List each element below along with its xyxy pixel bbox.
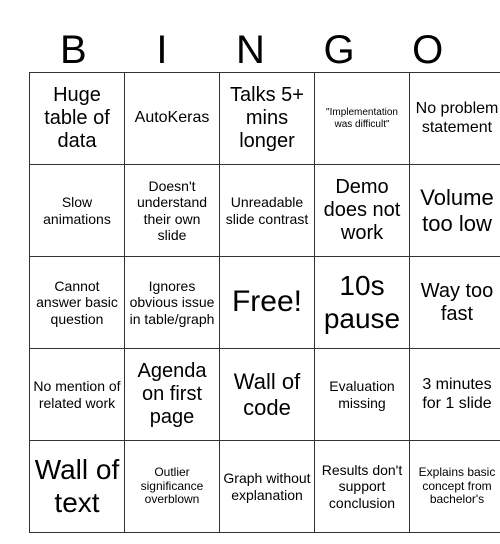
bingo-cell[interactable]: Ignores obvious issue in table/graph bbox=[124, 256, 220, 349]
header-letter-o: O bbox=[412, 28, 444, 72]
bingo-cell[interactable]: Talks 5+ mins longer bbox=[219, 72, 315, 165]
free-space-cell[interactable]: Free! bbox=[219, 256, 315, 349]
bingo-cell[interactable]: Wall of code bbox=[219, 348, 315, 441]
bingo-row: Huge table of data AutoKeras Talks 5+ mi… bbox=[29, 72, 500, 165]
bingo-cell[interactable]: Wall of text bbox=[29, 440, 125, 533]
bingo-cell[interactable]: Volume too low bbox=[409, 164, 500, 257]
bingo-cell[interactable]: Results don't support conclusion bbox=[314, 440, 410, 533]
bingo-cell[interactable]: Doesn't understand their own slide bbox=[124, 164, 220, 257]
bingo-cell[interactable]: Evaluation missing bbox=[314, 348, 410, 441]
header-letter-n: N bbox=[236, 28, 265, 72]
bingo-cell[interactable]: Explains basic concept from bachelor's bbox=[409, 440, 500, 533]
header-letter-g: G bbox=[323, 28, 355, 72]
bingo-header: B I N G O bbox=[29, 28, 472, 72]
bingo-cell[interactable]: AutoKeras bbox=[124, 72, 220, 165]
header-letter-i: I bbox=[156, 28, 168, 72]
bingo-cell[interactable]: 3 minutes for 1 slide bbox=[409, 348, 500, 441]
bingo-cell[interactable]: Huge table of data bbox=[29, 72, 125, 165]
bingo-row: Cannot answer basic question Ignores obv… bbox=[29, 256, 500, 349]
bingo-cell[interactable]: Unreadable slide contrast bbox=[219, 164, 315, 257]
header-letter-b: B bbox=[59, 28, 87, 72]
bingo-card: Huge table of data AutoKeras Talks 5+ mi… bbox=[29, 72, 500, 533]
bingo-cell[interactable]: Demo does not work bbox=[314, 164, 410, 257]
bingo-cell[interactable]: 10s pause bbox=[314, 256, 410, 349]
bingo-cell[interactable]: Outlier significance overblown bbox=[124, 440, 220, 533]
bingo-row: Slow animations Doesn't understand their… bbox=[29, 164, 500, 257]
bingo-cell[interactable]: No mention of related work bbox=[29, 348, 125, 441]
bingo-cell[interactable]: Cannot answer basic question bbox=[29, 256, 125, 349]
bingo-cell[interactable]: Slow animations bbox=[29, 164, 125, 257]
bingo-row: No mention of related work Agenda on fir… bbox=[29, 348, 500, 441]
bingo-cell[interactable]: Way too fast bbox=[409, 256, 500, 349]
bingo-cell[interactable]: Agenda on first page bbox=[124, 348, 220, 441]
bingo-cell[interactable]: No problem statement bbox=[409, 72, 500, 165]
bingo-row: Wall of text Outlier significance overbl… bbox=[29, 440, 500, 533]
bingo-cell[interactable]: Graph without explanation bbox=[219, 440, 315, 533]
bingo-cell[interactable]: "Implementation was difficult" bbox=[314, 72, 410, 165]
